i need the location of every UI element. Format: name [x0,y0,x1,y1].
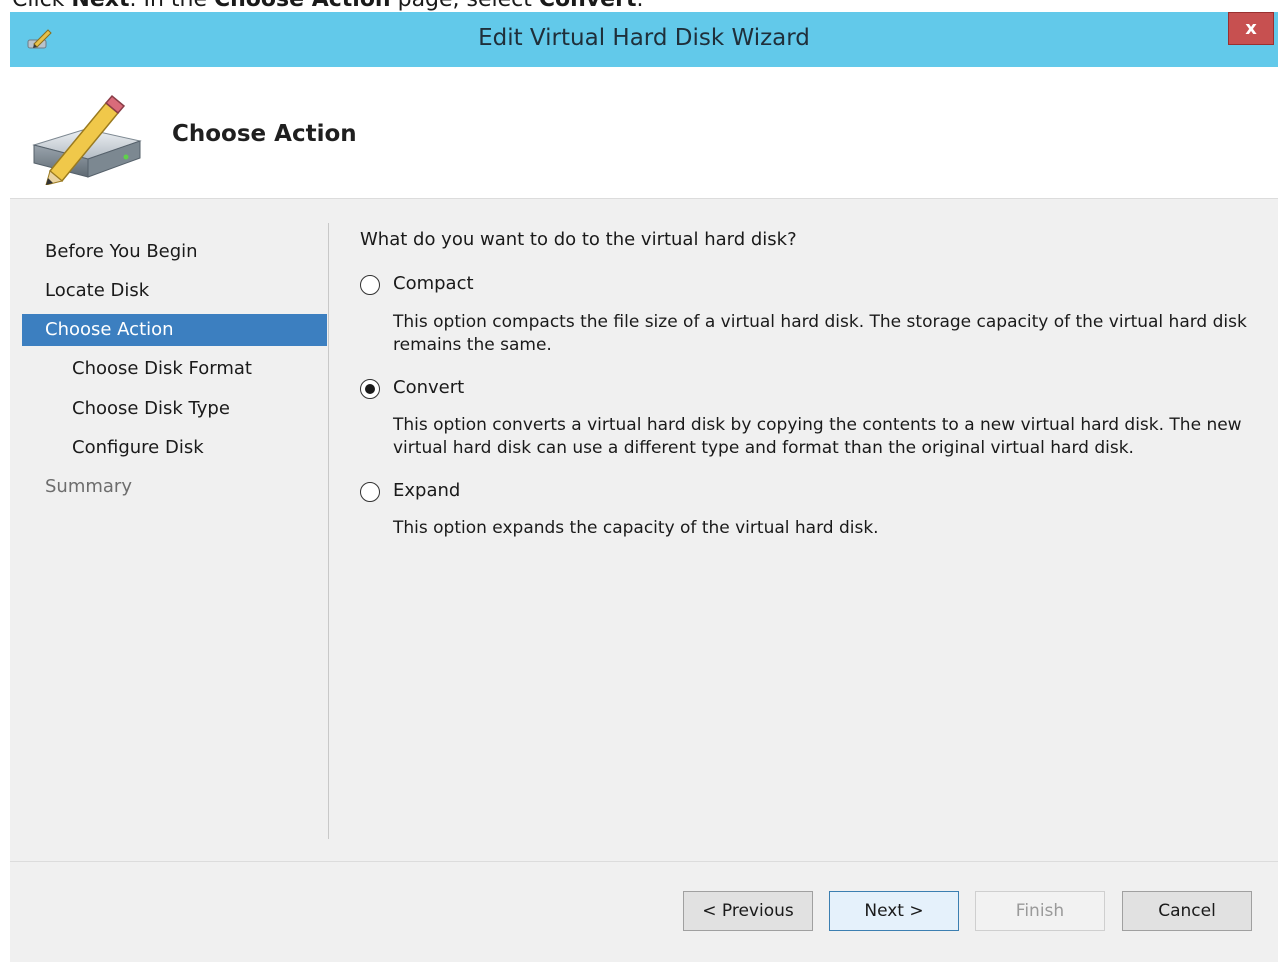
nav-item-locate-disk[interactable]: Locate Disk [22,275,327,307]
instruction-suffix: . [636,0,643,12]
previous-button[interactable]: < Previous [683,891,813,931]
expand-description: This option expands the capacity of the … [393,518,879,538]
hard-disk-pencil-icon [32,94,142,185]
compact-label[interactable]: Compact [393,273,474,294]
nav-divider [328,223,329,839]
nav-item-choose-disk-type[interactable]: Choose Disk Type [22,393,327,425]
wizard-header: Choose Action [10,67,1278,199]
title-bar[interactable]: Edit Virtual Hard Disk Wizard x [10,12,1278,67]
convert-radio[interactable] [360,379,380,399]
convert-description: This option converts a virtual hard disk… [393,415,1242,458]
nav-item-choose-action[interactable]: Choose Action [22,314,327,346]
expand-label[interactable]: Expand [393,480,460,501]
instruction-action: Convert [539,0,637,12]
instruction-middle2: page, select [391,0,539,12]
instruction-page: Choose Action [214,0,391,12]
next-button[interactable]: Next > [829,891,959,931]
instruction-next: Next [71,0,129,12]
wizard-content: What do you want to do to the virtual ha… [360,199,1260,839]
convert-label[interactable]: Convert [393,377,464,398]
wizard-footer: < Previous Next > Finish Cancel [10,861,1278,962]
window-title: Edit Virtual Hard Disk Wizard [478,25,810,51]
nav-item-before-you-begin[interactable]: Before You Begin [22,236,327,268]
nav-item-configure-disk[interactable]: Configure Disk [22,432,327,464]
close-icon: x [1245,18,1257,39]
expand-radio[interactable] [360,482,380,502]
wizard-client-area: Choose Action Before You Begin Locate Di… [10,67,1278,962]
finish-button: Finish [975,891,1105,931]
instruction-prefix: Click [12,0,71,12]
wizard-body: Before You Begin Locate Disk Choose Acti… [10,199,1278,861]
instruction-middle: . In the [129,0,214,12]
nav-item-choose-disk-format[interactable]: Choose Disk Format [22,353,327,385]
nav-item-summary: Summary [45,476,132,497]
instruction-text: Click Next. In the Choose Action page, s… [12,0,643,12]
page-title: Choose Action [172,121,357,147]
close-button[interactable]: x [1228,12,1274,45]
compact-description: This option compacts the file size of a … [393,312,1247,355]
wizard-window: Edit Virtual Hard Disk Wizard x Choose A… [10,12,1278,962]
compact-radio[interactable] [360,275,380,295]
question-text: What do you want to do to the virtual ha… [360,229,797,250]
cancel-button[interactable]: Cancel [1122,891,1252,931]
wizard-nav: Before You Begin Locate Disk Choose Acti… [10,199,330,839]
